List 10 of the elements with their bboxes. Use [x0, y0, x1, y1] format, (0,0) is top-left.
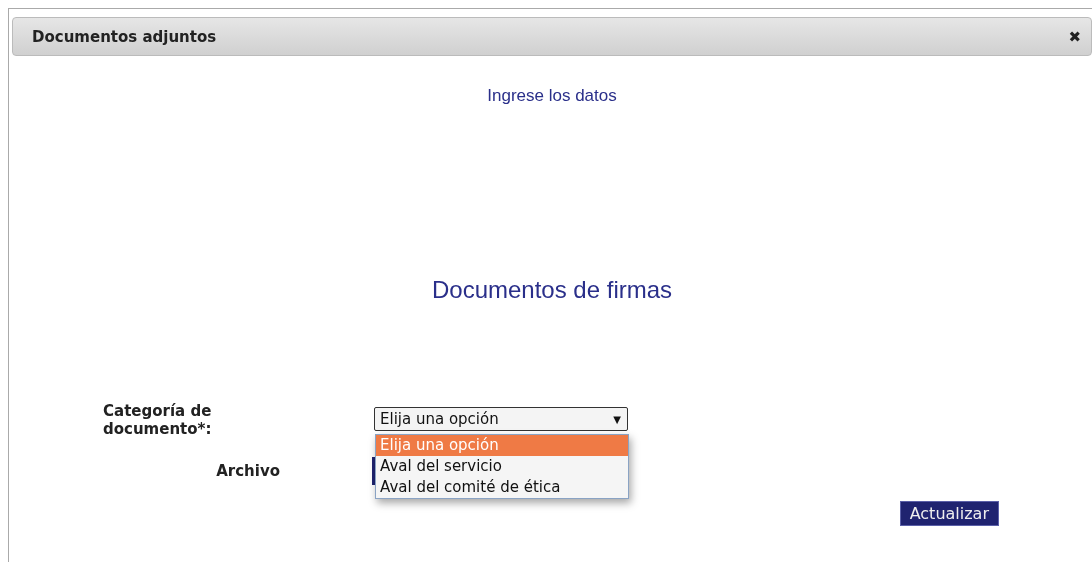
dialog-title: Documentos adjuntos: [32, 27, 217, 46]
category-label: Categoría de documento*:: [103, 402, 213, 438]
section-heading: Documentos de firmas: [431, 276, 673, 304]
close-button[interactable]: ✖: [1068, 27, 1081, 46]
file-label: Archivo: [215, 462, 280, 480]
update-button[interactable]: Actualizar: [899, 501, 999, 526]
dropdown-option[interactable]: Aval del comité de ética: [376, 477, 628, 498]
instruction-text: Ingrese los datos: [487, 86, 617, 106]
dropdown-option[interactable]: Aval del servicio: [376, 456, 628, 477]
category-select[interactable]: Elija una opción ▼: [374, 407, 628, 431]
